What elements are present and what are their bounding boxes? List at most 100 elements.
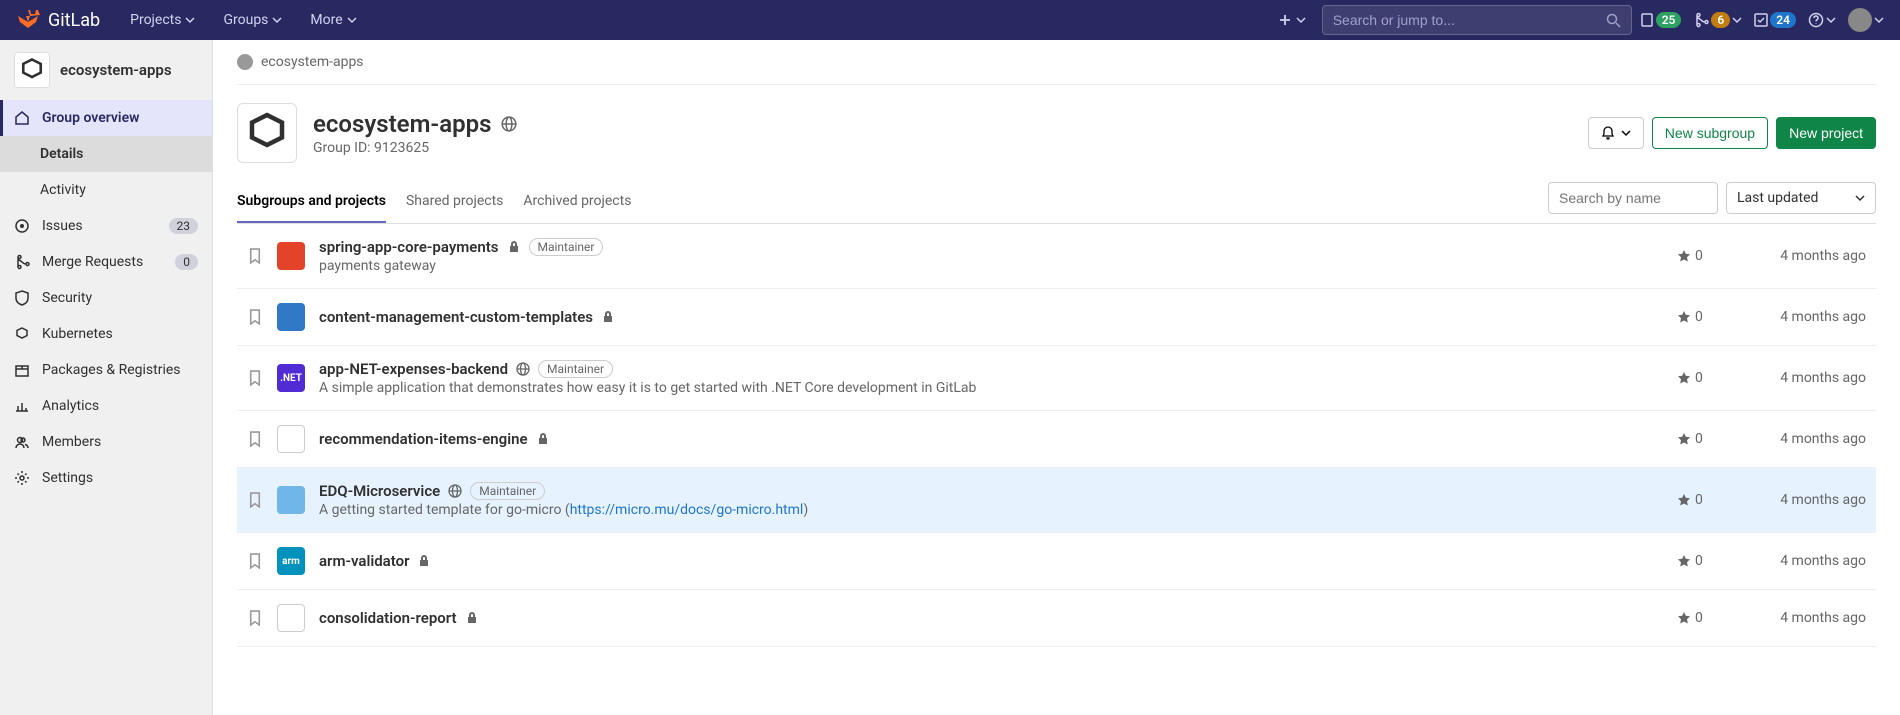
project-name: arm-validator [319, 552, 409, 570]
project-name: spring-app-core-payments [319, 238, 499, 256]
new-dropdown[interactable] [1270, 13, 1314, 27]
role-badge: Maintainer [538, 360, 613, 378]
project-name: app-NET-expenses-backend [319, 360, 508, 378]
project-row[interactable]: spring-app-core-payments Maintainer paym… [237, 224, 1876, 289]
chevron-down-icon [272, 15, 282, 25]
global-search[interactable] [1322, 5, 1632, 35]
lock-icon [465, 611, 479, 625]
chevron-down-icon [1621, 128, 1631, 138]
project-row[interactable]: content-management-custom-templates 0 4 … [237, 289, 1876, 346]
new-subgroup-button[interactable]: New subgroup [1652, 117, 1768, 149]
project-updated: 4 months ago [1751, 431, 1866, 447]
sidebar-item-members[interactable]: Members [0, 424, 212, 460]
mr-counter[interactable]: 6 [1693, 12, 1742, 28]
chevron-down-icon [347, 15, 357, 25]
sidebar-item-merge-requests[interactable]: Merge Requests0 [0, 244, 212, 280]
tab-shared-projects[interactable]: Shared projects [406, 181, 503, 223]
todos-counter[interactable]: 25 [1640, 12, 1682, 28]
bookmark-icon[interactable] [247, 370, 263, 386]
chart-icon [14, 398, 30, 414]
project-avatar: .NET [277, 364, 305, 392]
brand-name: GitLab [48, 10, 100, 31]
new-project-button[interactable]: New project [1776, 117, 1876, 149]
project-stars[interactable]: 0 [1677, 370, 1737, 386]
project-row[interactable]: consolidation-report 0 4 months ago [237, 590, 1876, 647]
project-desc-link[interactable]: https://micro.mu/docs/go-micro.html [570, 502, 804, 518]
project-row[interactable]: arm arm-validator 0 4 months ago [237, 533, 1876, 590]
project-search-input[interactable] [1548, 182, 1718, 214]
chevron-down-icon [1874, 15, 1884, 25]
globe-icon [501, 116, 517, 132]
lock-icon [417, 554, 431, 568]
sidebar-item-analytics[interactable]: Analytics [0, 388, 212, 424]
project-stars[interactable]: 0 [1677, 309, 1737, 325]
context-name: ecosystem-apps [60, 61, 172, 79]
project-updated: 4 months ago [1751, 370, 1866, 386]
sidebar-item-packages-registries[interactable]: Packages & Registries [0, 352, 212, 388]
issues-counter[interactable]: 24 [1754, 12, 1796, 28]
project-stars[interactable]: 0 [1677, 553, 1737, 569]
user-menu[interactable] [1848, 8, 1884, 32]
topnav-menu-projects[interactable]: Projects [120, 6, 205, 34]
tab-subgroups-and-projects[interactable]: Subgroups and projects [237, 181, 386, 223]
sidebar-item-issues[interactable]: Issues23 [0, 208, 212, 244]
breadcrumb-group[interactable]: ecosystem-apps [261, 54, 364, 70]
gear-icon [14, 470, 30, 486]
main-content: ecosystem-apps ecosystem-apps Group ID: … [213, 40, 1900, 715]
members-icon [14, 434, 30, 450]
sidebar-item-settings[interactable]: Settings [0, 460, 212, 496]
user-avatar [1848, 8, 1872, 32]
breadcrumb: ecosystem-apps [237, 40, 1876, 85]
issues-badge: 24 [1770, 12, 1796, 28]
sidebar-item-kubernetes[interactable]: Kubernetes [0, 316, 212, 352]
lock-icon [507, 240, 521, 254]
bookmark-icon[interactable] [247, 610, 263, 626]
group-avatar [237, 103, 297, 163]
project-row[interactable]: EDQ-Microservice Maintainer A getting st… [237, 468, 1876, 533]
help-menu[interactable] [1808, 12, 1836, 28]
sidebar-item-label: Group overview [42, 110, 139, 126]
sidebar-item-label: Kubernetes [42, 326, 113, 342]
sidebar-item-label: Security [42, 290, 92, 306]
project-stars[interactable]: 0 [1677, 492, 1737, 508]
sidebar-item-label: Settings [42, 470, 93, 486]
bookmark-icon[interactable] [247, 431, 263, 447]
project-updated: 4 months ago [1751, 309, 1866, 325]
project-updated: 4 months ago [1751, 492, 1866, 508]
sidebar-sub-activity[interactable]: Activity [0, 172, 212, 208]
context-header[interactable]: ecosystem-apps [0, 40, 212, 100]
sidebar-sub-details[interactable]: Details [0, 136, 212, 172]
search-input[interactable] [1333, 12, 1606, 28]
package-icon [14, 362, 30, 378]
project-stars[interactable]: 0 [1677, 431, 1737, 447]
project-updated: 4 months ago [1751, 553, 1866, 569]
help-icon [1808, 12, 1824, 28]
role-badge: Maintainer [470, 482, 545, 500]
project-updated: 4 months ago [1751, 248, 1866, 264]
project-row[interactable]: recommendation-items-engine 0 4 months a… [237, 411, 1876, 468]
star-icon [1677, 371, 1691, 385]
sidebar-item-group-overview[interactable]: Group overview [0, 100, 212, 136]
bookmark-icon[interactable] [247, 553, 263, 569]
project-stars[interactable]: 0 [1677, 248, 1737, 264]
topnav-menu-more[interactable]: More [300, 6, 366, 34]
bookmark-icon[interactable] [247, 309, 263, 325]
project-stars[interactable]: 0 [1677, 610, 1737, 626]
notification-button[interactable] [1588, 117, 1644, 149]
chevron-down-icon [1855, 193, 1865, 203]
topnav-menu-groups[interactable]: Groups [213, 6, 292, 34]
tab-archived-projects[interactable]: Archived projects [523, 181, 631, 223]
sidebar-item-label: Members [42, 434, 101, 450]
chevron-down-icon [1732, 15, 1742, 25]
star-icon [1677, 554, 1691, 568]
bookmark-icon[interactable] [247, 492, 263, 508]
group-avatar-small [14, 52, 50, 88]
sidebar-item-label: Merge Requests [42, 254, 143, 270]
gitlab-logo[interactable]: GitLab [16, 8, 100, 32]
merge-icon [1693, 12, 1709, 28]
project-row[interactable]: .NET app-NET-expenses-backend Maintainer… [237, 346, 1876, 411]
bookmark-icon[interactable] [247, 248, 263, 264]
sidebar-item-security[interactable]: Security [0, 280, 212, 316]
project-name: consolidation-report [319, 609, 457, 627]
sort-dropdown[interactable]: Last updated [1726, 182, 1876, 214]
